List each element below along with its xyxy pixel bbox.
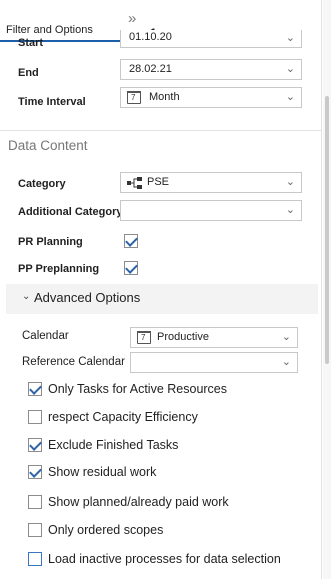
show-planned-paid-work-checkbox[interactable] [28, 495, 42, 509]
end-label: End [18, 67, 39, 79]
chevron-down-icon: ⌄ [281, 356, 291, 368]
respect-capacity-efficiency-checkbox[interactable] [28, 410, 42, 424]
chevron-down-icon: ⌄ [281, 331, 291, 343]
additional-category-label: Additional Category [18, 206, 123, 218]
tab-filter-and-options[interactable]: Filter and Options [6, 24, 93, 36]
only-ordered-scopes-label: Only ordered scopes [48, 523, 164, 537]
chevron-down-icon: ⌄ [285, 63, 295, 75]
start-date-field[interactable]: 01.10.20 ⌄ [120, 30, 302, 48]
calendar-icon: 7 [137, 331, 151, 344]
pr-planning-label: PR Planning [18, 236, 83, 248]
time-interval-select[interactable]: 7 Month ⌄ [120, 87, 302, 108]
show-residual-work-label: Show residual work [48, 465, 157, 479]
reference-calendar-label: Reference Calendar [22, 356, 125, 368]
hierarchy-icon [127, 177, 142, 189]
section-divider [0, 130, 321, 131]
category-label: Category [18, 178, 66, 190]
scrollbar-thumb[interactable] [325, 96, 329, 364]
calendar-value: Productive [157, 331, 209, 343]
filter-options-panel: Filter and Options » 1 Start 01.10.20 ⌄ … [0, 0, 322, 579]
calendar-icon: 7 [127, 91, 141, 104]
load-inactive-processes-label: Load inactive processes for data selecti… [48, 552, 281, 566]
show-planned-paid-work-label: Show planned/already paid work [48, 495, 229, 509]
time-interval-label: Time Interval [18, 96, 86, 108]
chevron-down-icon: ⌄ [285, 176, 295, 188]
end-date-field[interactable]: 28.02.21 ⌄ [120, 59, 302, 80]
exclude-finished-tasks-label: Exclude Finished Tasks [48, 438, 179, 452]
more-tabs-chevron-icon[interactable]: » [128, 10, 137, 27]
chevron-down-icon[interactable]: ⌄ [22, 291, 30, 302]
advanced-options-title[interactable]: Advanced Options [34, 290, 140, 305]
calendar-select[interactable]: 7 Productive ⌄ [130, 327, 298, 348]
only-active-resources-label: Only Tasks for Active Resources [48, 382, 228, 396]
pp-preplanning-label: PP Preplanning [18, 263, 100, 275]
data-content-heading: Data Content [8, 138, 88, 153]
start-label: Start [18, 37, 44, 49]
reference-calendar-select[interactable]: ⌄ [130, 352, 298, 373]
load-inactive-processes-checkbox[interactable] [28, 552, 42, 566]
pr-planning-checkbox[interactable] [124, 234, 138, 248]
respect-capacity-efficiency-label: respect Capacity Efficiency [48, 410, 198, 424]
time-interval-value: Month [149, 91, 180, 103]
exclude-finished-tasks-checkbox[interactable] [28, 438, 42, 452]
only-active-resources-checkbox[interactable] [28, 382, 42, 396]
chevron-down-icon: ⌄ [285, 204, 295, 216]
end-date-value: 28.02.21 [129, 63, 172, 75]
start-date-value: 01.10.20 [129, 31, 172, 43]
calendar-label: Calendar [22, 330, 69, 342]
category-select[interactable]: PSE ⌄ [120, 172, 302, 193]
pp-preplanning-checkbox[interactable] [124, 261, 138, 275]
chevron-down-icon: ⌄ [285, 32, 295, 44]
only-ordered-scopes-checkbox[interactable] [28, 523, 42, 537]
additional-category-select[interactable]: ⌄ [120, 200, 302, 221]
category-value: PSE [147, 176, 170, 188]
show-residual-work-checkbox[interactable] [28, 465, 42, 479]
chevron-down-icon: ⌄ [285, 91, 295, 103]
